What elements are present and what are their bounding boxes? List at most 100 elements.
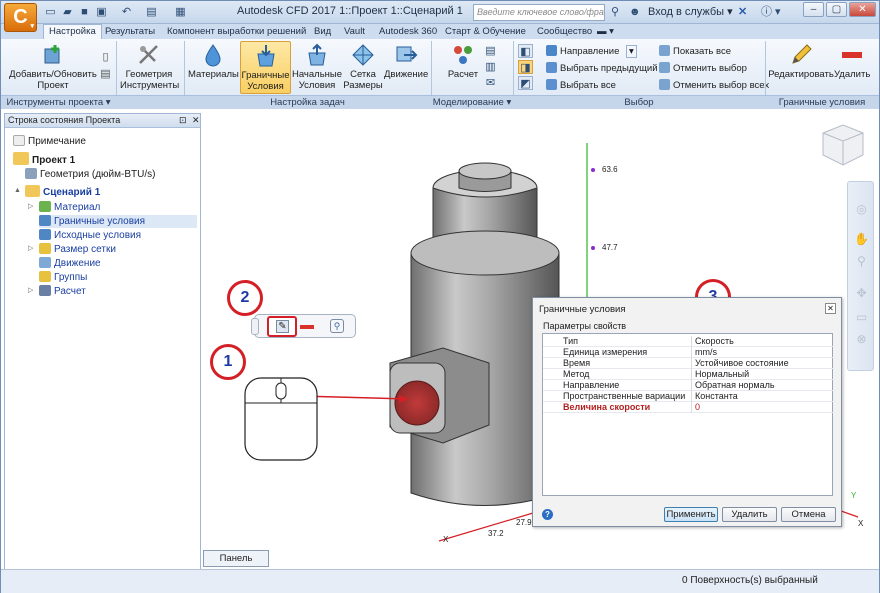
search-input[interactable]: Введите ключевое слово/фразу [473, 4, 605, 21]
property-row[interactable]: Направление Обратная нормаль [543, 380, 834, 391]
delete-button[interactable]: Удалить [722, 507, 777, 522]
modeling-icon-a[interactable]: ▤ [483, 44, 498, 58]
deselect-button[interactable]: Отменить выбор [659, 62, 747, 75]
close-button[interactable]: ✕ [849, 2, 876, 17]
property-row[interactable]: Пространственные вариации Константа [543, 391, 834, 402]
zoom-icon[interactable]: ⚲ [854, 254, 869, 269]
show-all-button[interactable]: Показать все [659, 45, 731, 58]
tree-item-material[interactable]: ▷ Материал [28, 201, 100, 214]
modeling-icon-b[interactable]: ▥ [483, 60, 498, 74]
deselect-all-button[interactable]: Отменить выбор всех [659, 79, 769, 92]
select-all-button[interactable]: Выбрать все [546, 79, 616, 92]
tab-extra-icon[interactable]: ▬ ▾ [597, 25, 614, 39]
open-folder-icon[interactable]: ▰ [60, 5, 75, 19]
select-surface-icon[interactable]: ◧ [518, 44, 533, 58]
tab-autodesk360[interactable]: Autodesk 360 [379, 25, 437, 39]
property-row[interactable]: Метод Нормальный [543, 369, 834, 380]
initial-conditions-label: Начальные Условия [292, 69, 343, 91]
motion-button[interactable]: Движение [384, 43, 428, 80]
modeling-group-label[interactable]: Моделирование ▾ [431, 95, 513, 109]
calculation-button[interactable]: Расчет [443, 43, 483, 80]
tab-results[interactable]: Результаты [105, 25, 155, 39]
property-row-velocity[interactable]: Величина скорости 0 [543, 402, 834, 413]
initial-conditions-icon [308, 43, 326, 66]
help-icon[interactable]: ⓘ ▾ [761, 5, 781, 19]
tab-learning[interactable]: Старт & Обучение [445, 25, 526, 39]
initial-conditions-button[interactable]: Начальные Условия [292, 43, 342, 91]
maximize-button[interactable]: ▢ [826, 2, 847, 17]
add-update-project-button[interactable]: Добавить/Обновить Проект [9, 43, 97, 91]
tab-decision-center[interactable]: Компонент выработки решений [167, 25, 306, 39]
direction-dropdown[interactable]: Направление ▾ [546, 45, 637, 58]
tree-item-initial-conditions[interactable]: Исходные условия [39, 229, 141, 242]
tab-view[interactable]: Вид [314, 25, 331, 39]
select-volume-icon[interactable]: ◨ [518, 60, 533, 74]
callout-2: 2 [227, 280, 263, 316]
project-list-icon[interactable]: ▤ [98, 67, 113, 81]
mini-filter-icon[interactable]: ⚲ [330, 319, 344, 333]
view-options-icon[interactable]: ▦ [173, 5, 188, 19]
geometry-tools-button[interactable]: Геометрия Инструменты [120, 43, 179, 91]
tab-vault[interactable]: Vault [344, 25, 365, 39]
selection-group-label: Выбор [513, 95, 765, 109]
panel-close-icon[interactable]: ✕ [192, 114, 200, 127]
materials-button[interactable]: Материалы [188, 43, 239, 80]
pin-icon[interactable]: ⊡ [179, 114, 187, 127]
materials-icon [205, 44, 221, 67]
orbit-icon[interactable]: ✥ [854, 286, 869, 301]
print-icon[interactable]: ▣ [94, 5, 109, 19]
undo-icon[interactable]: ↶ [119, 5, 134, 19]
minimize-button[interactable]: – [803, 2, 824, 17]
project-tools-group-label[interactable]: Инструменты проекта ▾ [1, 95, 116, 109]
property-row[interactable]: Тип Скорость [543, 336, 834, 347]
select-edge-icon[interactable]: ◩ [518, 76, 533, 90]
tab-community[interactable]: Сообщество [537, 25, 592, 39]
mini-toolbar-grip[interactable] [251, 318, 259, 335]
mini-edit-button[interactable]: ✎ [267, 316, 297, 337]
tree-item-boundary-conditions[interactable]: Граничные условия [39, 215, 197, 228]
axis-y-letter: Y [851, 491, 857, 500]
status-text: 0 Поверхность(s) выбранный [682, 575, 818, 586]
tree-item-geometry[interactable]: Геометрия (дюйм-BTU/s) [25, 168, 155, 181]
delete-bc-button[interactable]: Удалить [834, 43, 870, 80]
exchange-icon[interactable]: ✕ [738, 5, 747, 19]
boundary-conditions-button[interactable]: Граничные Условия [240, 41, 291, 94]
look-icon[interactable]: ▭ [854, 310, 869, 325]
binoculars-icon[interactable]: ⚲ [611, 5, 619, 19]
tree-item-mesh-size[interactable]: ▷ Размер сетки [28, 243, 116, 256]
mesh-sizes-button[interactable]: Сетка Размеры [343, 43, 383, 91]
sign-in-link[interactable]: Вход в службы ▾ [648, 5, 733, 18]
boundary-conditions-dialog: Граничные условия ✕ Параметры свойств Ти… [532, 297, 842, 527]
dialog-help-icon[interactable]: ? [542, 509, 553, 520]
apply-button[interactable]: Применить [664, 507, 718, 522]
cancel-button[interactable]: Отмена [781, 507, 836, 522]
tree-item-note[interactable]: Примечание [13, 135, 86, 148]
save-icon[interactable]: ■ [77, 5, 92, 19]
task-setup-group-label: Настройка задач [184, 95, 431, 109]
steering-wheel-icon[interactable]: ◎ [854, 202, 869, 217]
close-nav-icon[interactable]: ⊗ [854, 332, 869, 347]
mini-delete-icon[interactable] [300, 325, 314, 329]
property-row[interactable]: Время Устойчивое состояние [543, 358, 834, 369]
tree-item-scenario[interactable]: ▲ Сценарий 1 [14, 185, 100, 199]
motion-label: Движение [384, 69, 429, 80]
tree-item-motion[interactable]: Движение [39, 257, 101, 270]
axis-label-3: 27.9 [516, 518, 532, 527]
mail-icon[interactable]: ✉ [483, 76, 498, 90]
tree-item-calculation[interactable]: ▷ Расчет [28, 285, 86, 298]
tree-item-groups[interactable]: Группы [39, 271, 87, 284]
select-previous-button[interactable]: Выбрать предыдущий [546, 62, 658, 75]
tree-item-project[interactable]: Проект 1 [13, 152, 75, 167]
new-file-icon[interactable]: ▭ [43, 5, 58, 19]
edit-bc-label: Редактировать [768, 69, 834, 80]
application-menu-button[interactable]: C ▾ [4, 3, 37, 32]
dialog-close-button[interactable]: ✕ [825, 303, 836, 314]
project-small-icon[interactable]: ▯ [98, 50, 113, 64]
property-row[interactable]: Единица измерения mm/s [543, 347, 834, 358]
output-panel-tab[interactable]: Панель вывода [203, 550, 269, 579]
redo-icon[interactable]: ▤ [144, 5, 159, 19]
user-icon[interactable]: ☻ [629, 5, 641, 19]
tab-setup[interactable]: Настройка [43, 24, 102, 39]
edit-bc-button[interactable]: Редактировать [768, 43, 834, 80]
pan-icon[interactable]: ✋ [854, 232, 869, 247]
